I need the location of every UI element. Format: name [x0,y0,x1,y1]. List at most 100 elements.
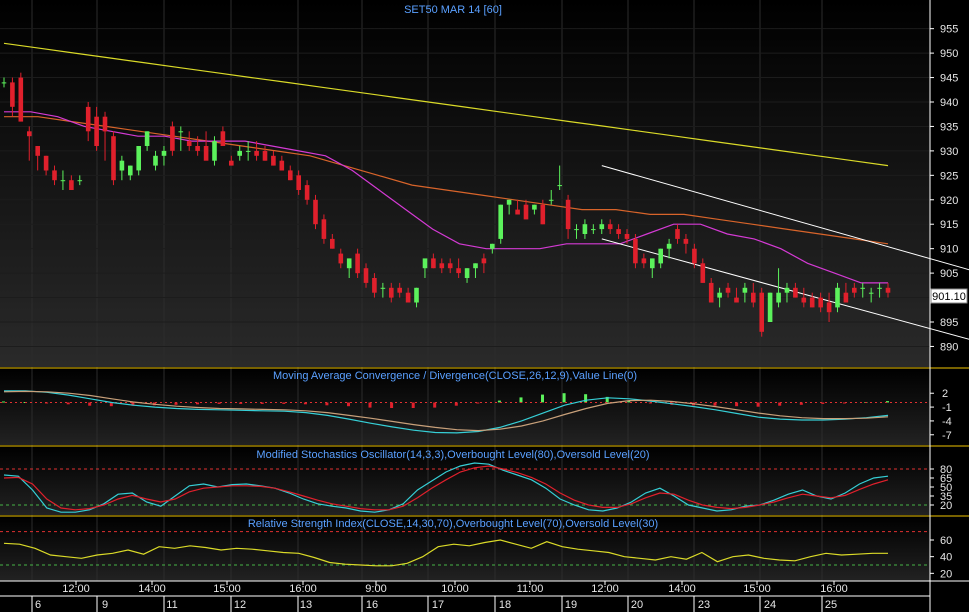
price-tick-label: 905 [940,268,958,280]
macd-histogram-bar [88,402,92,406]
candle-body [868,292,874,294]
day-tick-label: 24 [764,599,776,611]
candle-body [591,229,596,231]
macd-histogram-bar [519,397,523,403]
candle-body [490,243,495,249]
day-tick-label: 17 [432,599,444,611]
price-tick-label: 895 [940,317,958,329]
time-tick-label: 14:00 [138,583,166,595]
candle-body [574,229,579,231]
candle-body [262,150,268,161]
price-panel [0,0,930,367]
candle-body [532,204,537,210]
stoch-title: Modified Stochastics Oscillator(14,3,3),… [256,449,649,461]
price-tick-label: 925 [940,170,958,182]
candle-body [666,243,672,249]
candle-body [565,199,571,230]
time-tick-label: 14:00 [668,583,696,595]
candle-body [355,253,360,274]
candle-body [447,263,453,269]
candle-body [607,224,613,230]
candle-body [254,150,259,156]
candle-body [229,160,234,166]
candle-body [675,229,680,239]
rsi-tick-label: 60 [940,535,952,547]
candle-body [414,287,419,303]
candle-body [85,106,91,132]
macd-histogram-bar [778,402,782,406]
time-tick-label: 11:00 [517,583,544,595]
candle-body [27,131,32,137]
macd-tick-label: -1 [942,402,952,414]
candle-body [641,258,647,264]
candle-body [885,287,891,293]
candle-body [18,77,24,122]
candle-body [784,287,790,293]
candle-body [658,248,663,264]
candle-body [363,268,369,283]
macd-title: Moving Average Convergence / Divergence(… [273,370,637,382]
candle-body [422,258,428,269]
candle-body [195,146,200,151]
time-tick-label: 16:00 [820,583,848,595]
macd-histogram-bar [454,402,458,406]
candle-body [473,263,478,269]
price-tick-label: 940 [940,97,958,109]
candle-body [321,219,327,239]
rsi-title: Relative Strength Index(CLOSE,14,30,70),… [248,518,658,530]
candle-body [431,258,436,269]
candle-body [456,268,461,274]
day-tick-label: 23 [698,599,710,611]
day-tick-label: 13 [300,599,312,611]
price-title: SET50 MAR 14 [60] [404,4,502,16]
candle-body [313,199,318,225]
candle-body [389,287,394,298]
candle-body [346,258,352,269]
candle-body [136,146,141,171]
candle-body [170,126,175,151]
candle-body [245,150,251,152]
candle-body [397,287,402,293]
candle-body [742,287,748,293]
macd-histogram-bar [735,402,739,407]
candle-body [288,170,293,181]
day-tick-label: 6 [35,599,41,611]
price-tick-label: 945 [940,73,958,85]
candle-body [128,165,133,176]
candle-body [220,131,226,146]
rsi-tick-label: 20 [940,568,952,580]
price-tick-label: 935 [940,121,958,133]
candle-body [372,278,377,293]
candle-body [877,287,882,289]
candle-body [624,234,630,239]
candle-body [826,302,832,313]
macd-histogram-bar [756,402,760,407]
day-tick-label: 11 [166,599,177,611]
candle-body [405,292,411,303]
macd-tick-label: 2 [942,388,948,400]
chart-canvas: 9559509459409359309259209159109059008958… [0,0,969,612]
candle-body [852,287,857,293]
candle-body [119,160,125,171]
time-tick-label: 10:00 [441,583,469,595]
candle-body [776,292,781,303]
candle-body [692,248,697,264]
candle-body [523,204,529,220]
time-tick-label: 12:00 [591,583,619,595]
macd-tick-label: -7 [942,430,952,442]
candle-body [751,292,756,303]
candle-body [464,268,470,278]
candle-body [10,82,15,107]
candle-body [186,141,192,146]
candle-body [767,292,773,322]
macd-histogram-bar [562,393,566,403]
day-tick-label: 25 [825,599,837,611]
macd-histogram-bar [433,402,437,408]
chart-window: 9559509459409359309259209159109059008958… [0,0,969,612]
candle-body [1,82,7,84]
candle-body [683,238,689,244]
macd-histogram-bar [368,402,372,408]
stoch-tick-label: 20 [940,500,952,512]
candle-body [77,180,83,182]
candle-body [52,170,57,181]
